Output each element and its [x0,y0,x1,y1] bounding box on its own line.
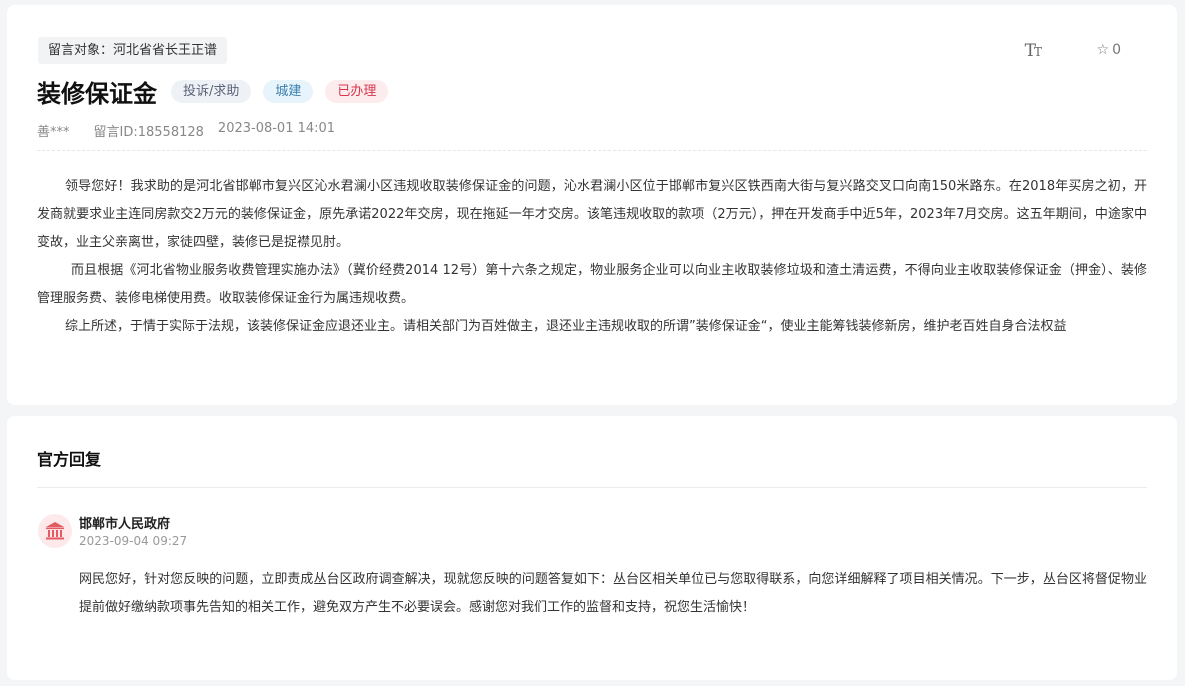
message-paragraph: 综上所述，于情于实际于法规，该装修保证金应退还业主。请相关部门为百姓做主，退还业… [65,319,1067,334]
font-size-small-glyph: T [1033,45,1042,59]
message-content: 领导您好！我求助的是河北省邯郸市复兴区沁水君澜小区违规收取装修保证金的问题，沁水… [37,173,1147,341]
title-row: 装修保证金 投诉/求助 城建 已办理 [37,75,400,108]
message-paragraph: 而且根据《河北省物业服务收费管理实施办法》（冀价经费2014 12号）第十六条之… [37,263,1147,306]
reply-datetime: 2023-09-04 09:27 [79,534,188,548]
message-datetime: 2023-08-01 14:01 [217,121,336,136]
author-name: 善*** [37,125,70,140]
government-building-icon [46,522,64,540]
page-title: 装修保证金 [37,79,157,108]
message-card: 留言对象：河北省省长王正谱 TT ☆ 0 装修保证金 投诉/求助 城建 已办理 善… [7,5,1177,405]
avatar [38,514,72,548]
domain-tag: 城建 [263,79,314,103]
message-meta: 善*** 留言ID:18558128 2023-08-01 14:01 [37,121,335,140]
message-target-label: 留言对象：河北省省长王正谱 [38,37,228,64]
font-size-big-glyph: T [1024,41,1036,61]
reply-content: 网民您好，针对您反映的问题，立即责成丛台区政府调查解决，现就您反映的问题答复如下… [79,572,1147,615]
font-size-icon[interactable]: TT [1024,41,1042,61]
star-outline-icon: ☆ [1096,42,1110,58]
favorite-button[interactable]: ☆ 0 [1097,42,1121,58]
favorite-count: 0 [1112,42,1121,58]
divider [37,487,1147,488]
status-badge: 已办理 [325,79,389,103]
message-paragraph: 领导您好！我求助的是河北省邯郸市复兴区沁水君澜小区违规收取装修保证金的问题，沁水… [37,179,1147,250]
category-tag: 投诉/求助 [171,79,252,103]
divider [37,150,1147,151]
reply-org-name: 邯郸市人民政府 [79,517,171,532]
official-reply-card: 官方回复 邯郸市人民政府 2023-09-04 09:27 网民您好，针对您反映… [7,416,1177,680]
reply-section-title: 官方回复 [37,450,102,469]
message-id: 留言ID:18558128 [93,125,204,140]
